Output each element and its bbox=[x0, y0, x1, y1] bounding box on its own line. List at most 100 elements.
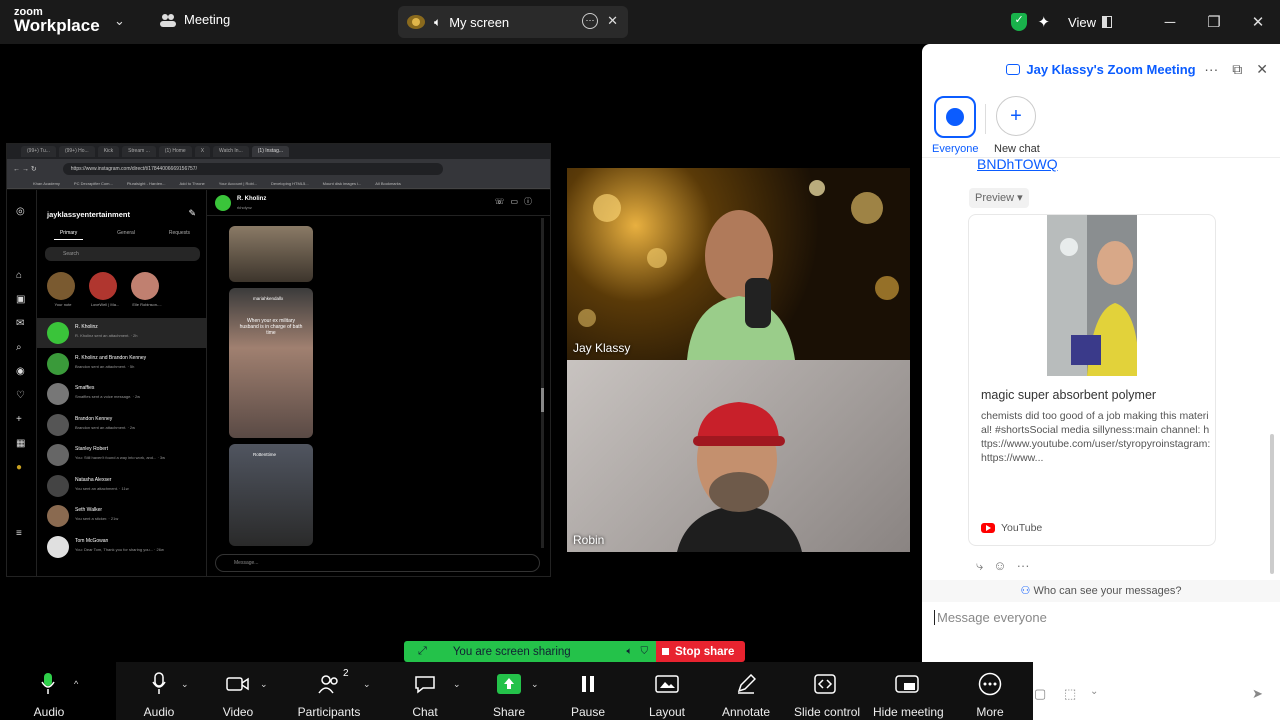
message-input[interactable]: Message everyone bbox=[934, 610, 1047, 625]
layout-label: Layout bbox=[648, 705, 686, 719]
more-icon[interactable]: ··· bbox=[1017, 558, 1030, 574]
pause-share-button[interactable]: Pause bbox=[568, 662, 608, 720]
shield-icon[interactable]: ⛉ bbox=[641, 646, 649, 657]
reel-username: mariahkendallx bbox=[253, 296, 284, 301]
send-icon[interactable]: ➤ bbox=[1252, 686, 1263, 702]
bookmarks-bar: Khan Academy PC Decrapifier Com... Plurals… bbox=[7, 179, 550, 189]
nav-arrows-icon: ← → ↻ bbox=[13, 166, 37, 173]
restore-icon[interactable]: ❐ bbox=[1192, 13, 1236, 31]
participants-icon bbox=[160, 13, 176, 27]
chat-label: Chat bbox=[412, 705, 438, 719]
pop-out-icon[interactable]: ⧉ bbox=[1232, 61, 1242, 78]
tab-general: General bbox=[117, 230, 135, 236]
message-link[interactable]: BNDhTOWQ bbox=[977, 156, 1058, 172]
mic-options-caret[interactable]: ⌄ bbox=[181, 679, 189, 690]
conversation-preview: You sent a sticker. · 21w bbox=[75, 516, 119, 521]
share-options-caret[interactable]: ⌄ bbox=[531, 679, 539, 690]
audio-share-icon[interactable]: 🔈︎ bbox=[627, 646, 633, 657]
layout-button[interactable]: Layout bbox=[645, 662, 689, 720]
share-screen-icon bbox=[497, 672, 521, 696]
video-button[interactable]: ⌄ Video bbox=[216, 662, 268, 720]
window-close-icon[interactable]: ✕ bbox=[1236, 13, 1280, 31]
reel-thumbnail: Rottenttime bbox=[229, 444, 313, 546]
close-icon[interactable]: ✕ bbox=[607, 13, 618, 29]
reel-username: Rottenttime bbox=[253, 452, 277, 457]
annotate-button[interactable]: Annotate bbox=[722, 662, 770, 720]
conversation-name: Seth Walker bbox=[75, 507, 103, 513]
screen-sharing-banner[interactable]: ⤢ You are screen sharing 🔈︎ ⛉ bbox=[404, 641, 656, 662]
bookmark-item: Mount disk images i... bbox=[322, 181, 362, 186]
hide-meeting-button[interactable]: Hide meeting bbox=[873, 662, 944, 720]
more-label: More bbox=[976, 705, 1004, 719]
drag-handle-icon[interactable]: ⤢ bbox=[418, 645, 427, 658]
who-can-see-link[interactable]: ⚇ Who can see your messages? bbox=[922, 580, 1280, 602]
participant-video bbox=[578, 180, 899, 360]
messages-icon: ✉ bbox=[16, 318, 25, 329]
slide-control-button[interactable]: Slide control bbox=[794, 662, 860, 720]
my-screen-tab[interactable]: 🔈︎ My screen ··· ✕ bbox=[398, 6, 628, 38]
video-tile-robin[interactable]: Robin bbox=[567, 360, 910, 552]
instagram-username: jayklassyentertainment bbox=[47, 210, 130, 219]
conversation-row: Smaffies Smaffies sent a voice message. ·… bbox=[37, 379, 207, 409]
more-options-icon[interactable]: ··· bbox=[1204, 61, 1218, 78]
everyone-tab-button[interactable] bbox=[934, 96, 976, 138]
view-button[interactable]: View bbox=[1068, 15, 1112, 30]
more-button[interactable]: More bbox=[970, 662, 1010, 720]
chat-scrollbar[interactable] bbox=[1270, 434, 1274, 574]
shared-screen-preview: (99+) Tu... (99+) Ho... Kick Stream ... (1) … bbox=[6, 143, 551, 577]
conversation-row: Brandon Kenney Brandon sent an attachment… bbox=[37, 410, 207, 440]
note-label: LoveWell | Ma... bbox=[90, 302, 120, 307]
participants-icon bbox=[318, 672, 340, 696]
participants-options-caret[interactable]: ⌄ bbox=[363, 679, 371, 690]
new-chat-button[interactable]: + bbox=[996, 96, 1036, 136]
hide-meeting-label: Hide meeting bbox=[873, 705, 944, 719]
browser-tab: (99+) Tu... bbox=[21, 146, 56, 157]
close-chat-icon[interactable]: ✕ bbox=[1256, 61, 1268, 78]
more-icon[interactable]: ··· bbox=[582, 13, 598, 29]
profile-icon: ● bbox=[16, 462, 23, 473]
bookmark-item: Your Account | Robl... bbox=[218, 181, 258, 186]
share-label: Share bbox=[492, 705, 526, 719]
file-icon[interactable]: ▢ bbox=[1034, 686, 1046, 702]
card-description: chemists did too good of a job making th… bbox=[981, 410, 1211, 464]
video-tile-jay[interactable]: Jay Klassy bbox=[567, 168, 910, 360]
participants-button[interactable]: 2 ⌄ Participants bbox=[297, 662, 371, 720]
search-icon: ⌕ bbox=[16, 342, 22, 353]
security-shield-icon[interactable] bbox=[1011, 13, 1028, 31]
chevron-down-icon[interactable]: ⌄ bbox=[114, 13, 125, 29]
dashboard-icon: ▦ bbox=[16, 438, 26, 449]
chat-header: R. Kholinz rkholynz ☏▭ⓘ bbox=[207, 190, 550, 216]
chat-button[interactable]: ⌄ Chat bbox=[405, 662, 461, 720]
notes-row: Your note LoveWell | Ma... Elle Robinson… bbox=[47, 272, 162, 307]
speaker-icon: 🔈︎ bbox=[434, 14, 442, 29]
minimize-icon[interactable]: ─ bbox=[1148, 14, 1192, 31]
chat-panel: Jay Klassy's Zoom Meeting ··· ⧉ ✕ Everyo… bbox=[922, 44, 1280, 662]
layout-icon bbox=[655, 672, 679, 696]
toolbar-mic-button[interactable]: ⌄ Audio bbox=[135, 662, 189, 720]
stop-share-button[interactable]: Stop share bbox=[656, 641, 745, 662]
link-preview-card[interactable]: magic super absorbent polymer chemists d… bbox=[968, 214, 1216, 546]
emoji-icon[interactable]: ☺ bbox=[993, 558, 1006, 574]
view-label: View bbox=[1068, 14, 1096, 30]
conversation-row: R. Kholinz and Brandon Kenney Brandon sen… bbox=[37, 349, 207, 379]
my-screen-label: My screen bbox=[449, 14, 510, 30]
screenshot-icon[interactable]: ⬚ bbox=[1064, 686, 1076, 702]
audio-button[interactable]: ^ Audio bbox=[0, 662, 116, 720]
video-label: Video bbox=[222, 705, 254, 719]
conversation-row: Stanley Robert You: Still haven't found a… bbox=[37, 440, 207, 470]
preview-toggle[interactable]: Preview ▾ bbox=[969, 188, 1029, 208]
reply-icon[interactable]: ⤷ bbox=[976, 558, 983, 574]
conversation-name: Smaffies bbox=[75, 385, 95, 391]
ai-companion-icon[interactable]: ✦ bbox=[1037, 13, 1050, 31]
video-options-caret[interactable]: ⌄ bbox=[260, 679, 268, 690]
chevron-down-icon[interactable]: ⌄ bbox=[1090, 686, 1098, 697]
instagram-message-input: Message... bbox=[215, 554, 540, 572]
browser-tab: (99+) Ho... bbox=[58, 146, 95, 157]
audio-options-caret[interactable]: ^ bbox=[74, 679, 78, 689]
tab-requests: Requests bbox=[168, 230, 190, 236]
share-button[interactable]: ⌄ Share bbox=[489, 662, 539, 720]
chat-options-caret[interactable]: ⌄ bbox=[453, 679, 461, 690]
meeting-tab[interactable]: Meeting bbox=[160, 12, 230, 27]
who-can-see-label: Who can see your messages? bbox=[1033, 585, 1182, 597]
conversation-preview: You: Dear Tom, Thank you for sharing you… bbox=[75, 546, 164, 552]
